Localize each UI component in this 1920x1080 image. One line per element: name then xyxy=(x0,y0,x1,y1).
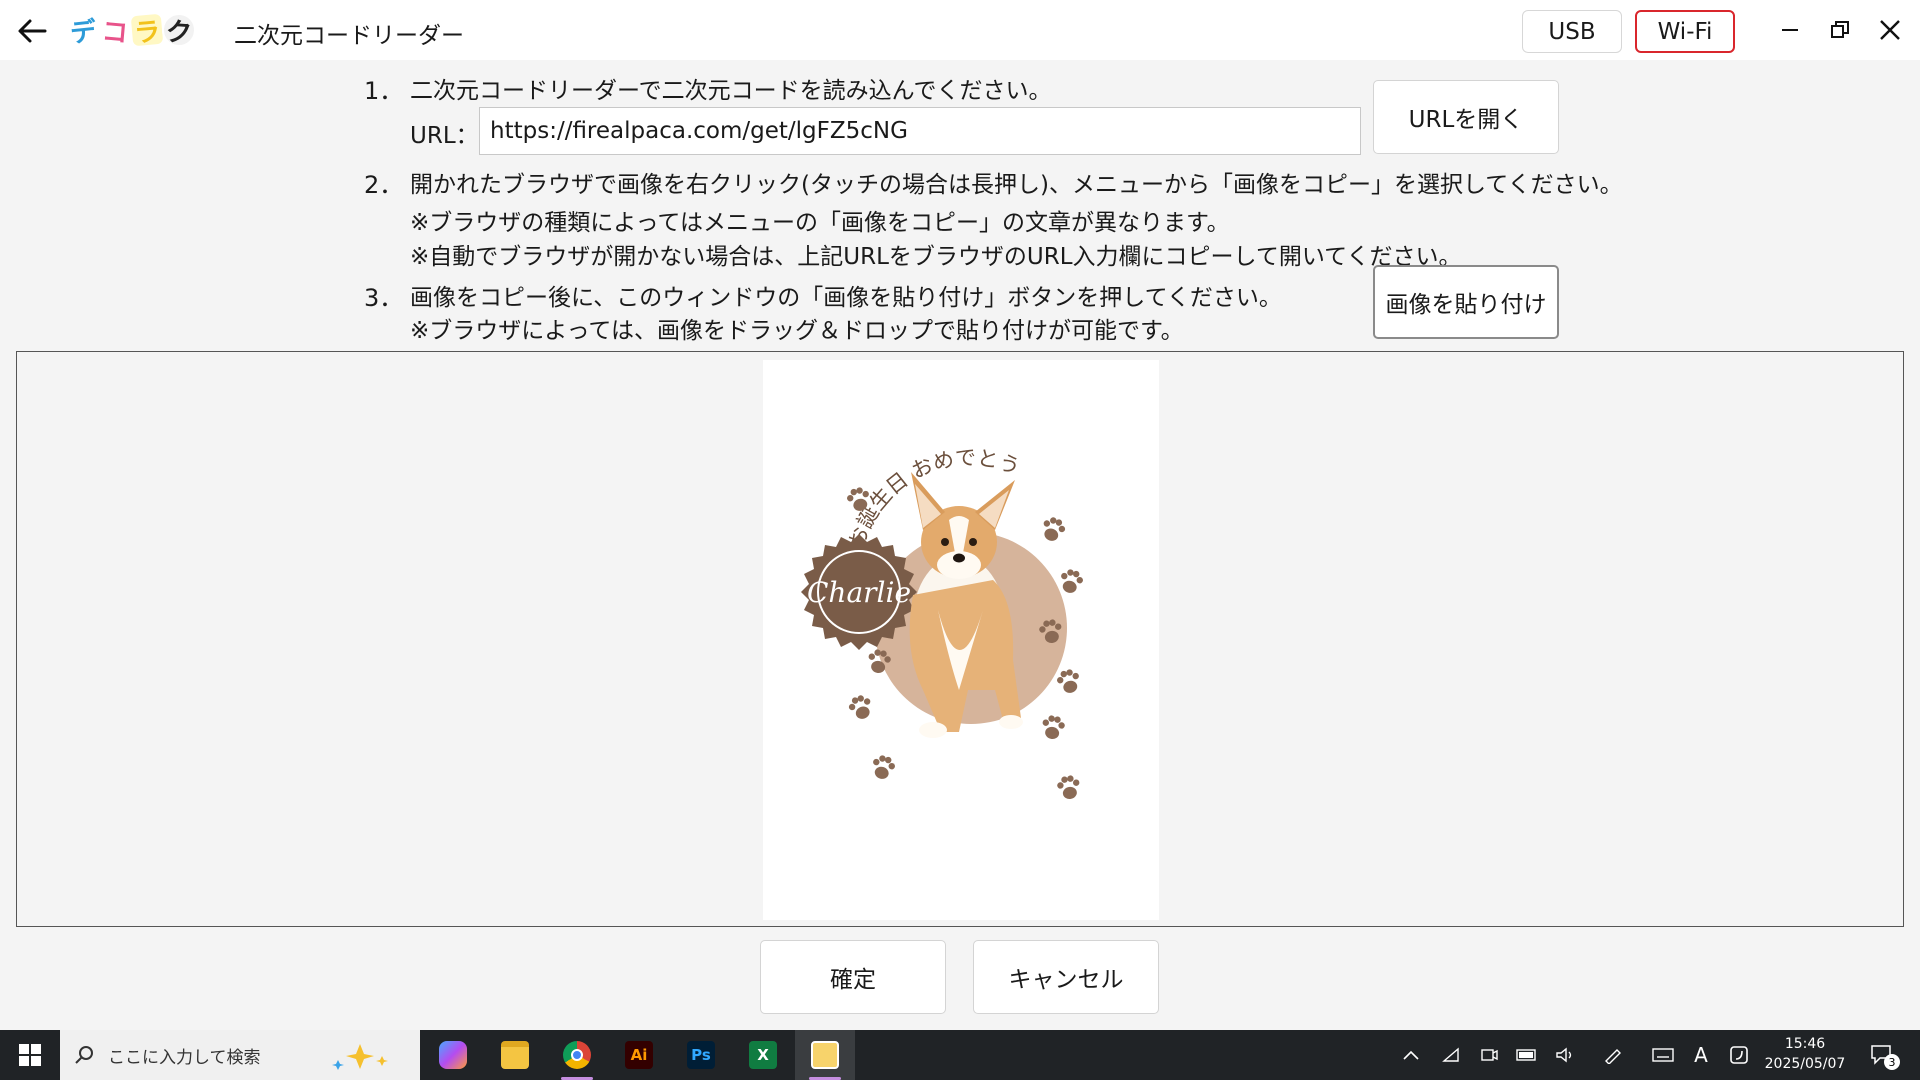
close-icon[interactable] xyxy=(1868,12,1912,48)
taskbar-search-box[interactable]: ここに入力して検索 xyxy=(60,1030,420,1080)
app-logo: デ コ ラ ク xyxy=(64,10,198,50)
ime-toggle-icon[interactable] xyxy=(1724,1030,1754,1080)
volume-icon[interactable] xyxy=(1550,1030,1580,1080)
confirm-button[interactable]: 確定 xyxy=(760,940,946,1014)
usb-mode-button[interactable]: USB xyxy=(1522,10,1622,53)
search-icon xyxy=(74,1045,94,1065)
photoshop-icon[interactable]: Ps xyxy=(671,1030,731,1080)
paste-image-button[interactable]: 画像を貼り付け xyxy=(1373,265,1559,339)
url-field[interactable] xyxy=(479,107,1361,155)
back-arrow-icon[interactable] xyxy=(12,12,52,50)
pen-icon[interactable] xyxy=(1598,1030,1628,1080)
touch-keyboard-icon[interactable] xyxy=(1648,1030,1678,1080)
title-bar: デ コ ラ ク 二次元コードリーダー USB Wi-Fi xyxy=(0,0,1920,60)
restore-icon[interactable] xyxy=(1818,12,1862,48)
chrome-icon[interactable] xyxy=(547,1030,607,1080)
badge-name: Charlie xyxy=(807,576,911,609)
app-title: 二次元コードリーダー xyxy=(234,23,464,49)
excel-icon[interactable]: X xyxy=(733,1030,793,1080)
system-clock[interactable]: 15:46 2025/05/07 xyxy=(1762,1034,1848,1074)
open-url-button[interactable]: URLを開く xyxy=(1373,80,1559,154)
minimize-icon[interactable] xyxy=(1768,12,1812,48)
logo-char-ko: コ xyxy=(96,11,134,49)
clock-time: 15:46 xyxy=(1784,1036,1826,1052)
notification-center-icon[interactable]: 3 xyxy=(1862,1030,1902,1080)
clock-date: 2025/05/07 xyxy=(1764,1056,1846,1072)
chevron-up-icon[interactable] xyxy=(1396,1030,1426,1080)
preview-image: お誕生日 おめでとう Charlie xyxy=(763,360,1159,920)
battery-icon[interactable] xyxy=(1512,1030,1542,1080)
search-placeholder: ここに入力して検索 xyxy=(108,1047,261,1068)
meet-icon[interactable] xyxy=(1474,1030,1504,1080)
step-2-text: 開かれたブラウザで画像を右クリック(タッチの場合は長押し)、メニューから「画像を… xyxy=(410,172,1623,198)
logo-char-ku: ク xyxy=(160,11,198,48)
step-1-number: 1． xyxy=(364,77,404,105)
illustrator-icon[interactable]: Ai xyxy=(609,1030,669,1080)
copilot-icon[interactable] xyxy=(423,1030,483,1080)
logo-char-de: デ xyxy=(64,11,102,49)
notification-count-badge: 3 xyxy=(1884,1054,1900,1070)
sparkle-icon xyxy=(330,1042,390,1074)
cancel-button[interactable]: キャンセル xyxy=(973,940,1159,1014)
notes-app-icon[interactable] xyxy=(795,1030,855,1080)
step-2-note-2: ※自動でブラウザが開かない場合は、上記URLをブラウザのURL入力欄にコピーして… xyxy=(410,244,1462,270)
step-3-number: 3． xyxy=(364,284,404,312)
step-3-note: ※ブラウザによっては、画像をドラッグ＆ドロップで貼り付けが可能です。 xyxy=(410,318,1184,344)
birthday-card-artwork: お誕生日 おめでとう Charlie xyxy=(801,446,1085,801)
windows-start-icon[interactable] xyxy=(0,1030,60,1080)
wifi-mode-button[interactable]: Wi-Fi xyxy=(1635,10,1735,53)
step-1-text: 二次元コードリーダーで二次元コードを読み込んでください。 xyxy=(410,78,1052,104)
step-2-note-1: ※ブラウザの種類によってはメニューの「画像をコピー」の文章が異なります。 xyxy=(410,210,1230,236)
image-preview-area[interactable]: お誕生日 おめでとう Charlie xyxy=(16,351,1904,927)
file-explorer-icon[interactable] xyxy=(485,1030,545,1080)
network-icon[interactable] xyxy=(1436,1030,1466,1080)
logo-char-ra: ラ xyxy=(128,11,166,49)
step-2-number: 2． xyxy=(364,171,404,199)
taskbar: ここに入力して検索 Ai Ps X A 15:46 2025/05/07 3 xyxy=(0,1030,1920,1080)
url-label: URL： xyxy=(410,123,479,149)
step-3-text: 画像をコピー後に、このウィンドウの「画像を貼り付け」ボタンを押してください。 xyxy=(410,285,1282,311)
ime-mode-indicator[interactable]: A xyxy=(1686,1030,1716,1080)
